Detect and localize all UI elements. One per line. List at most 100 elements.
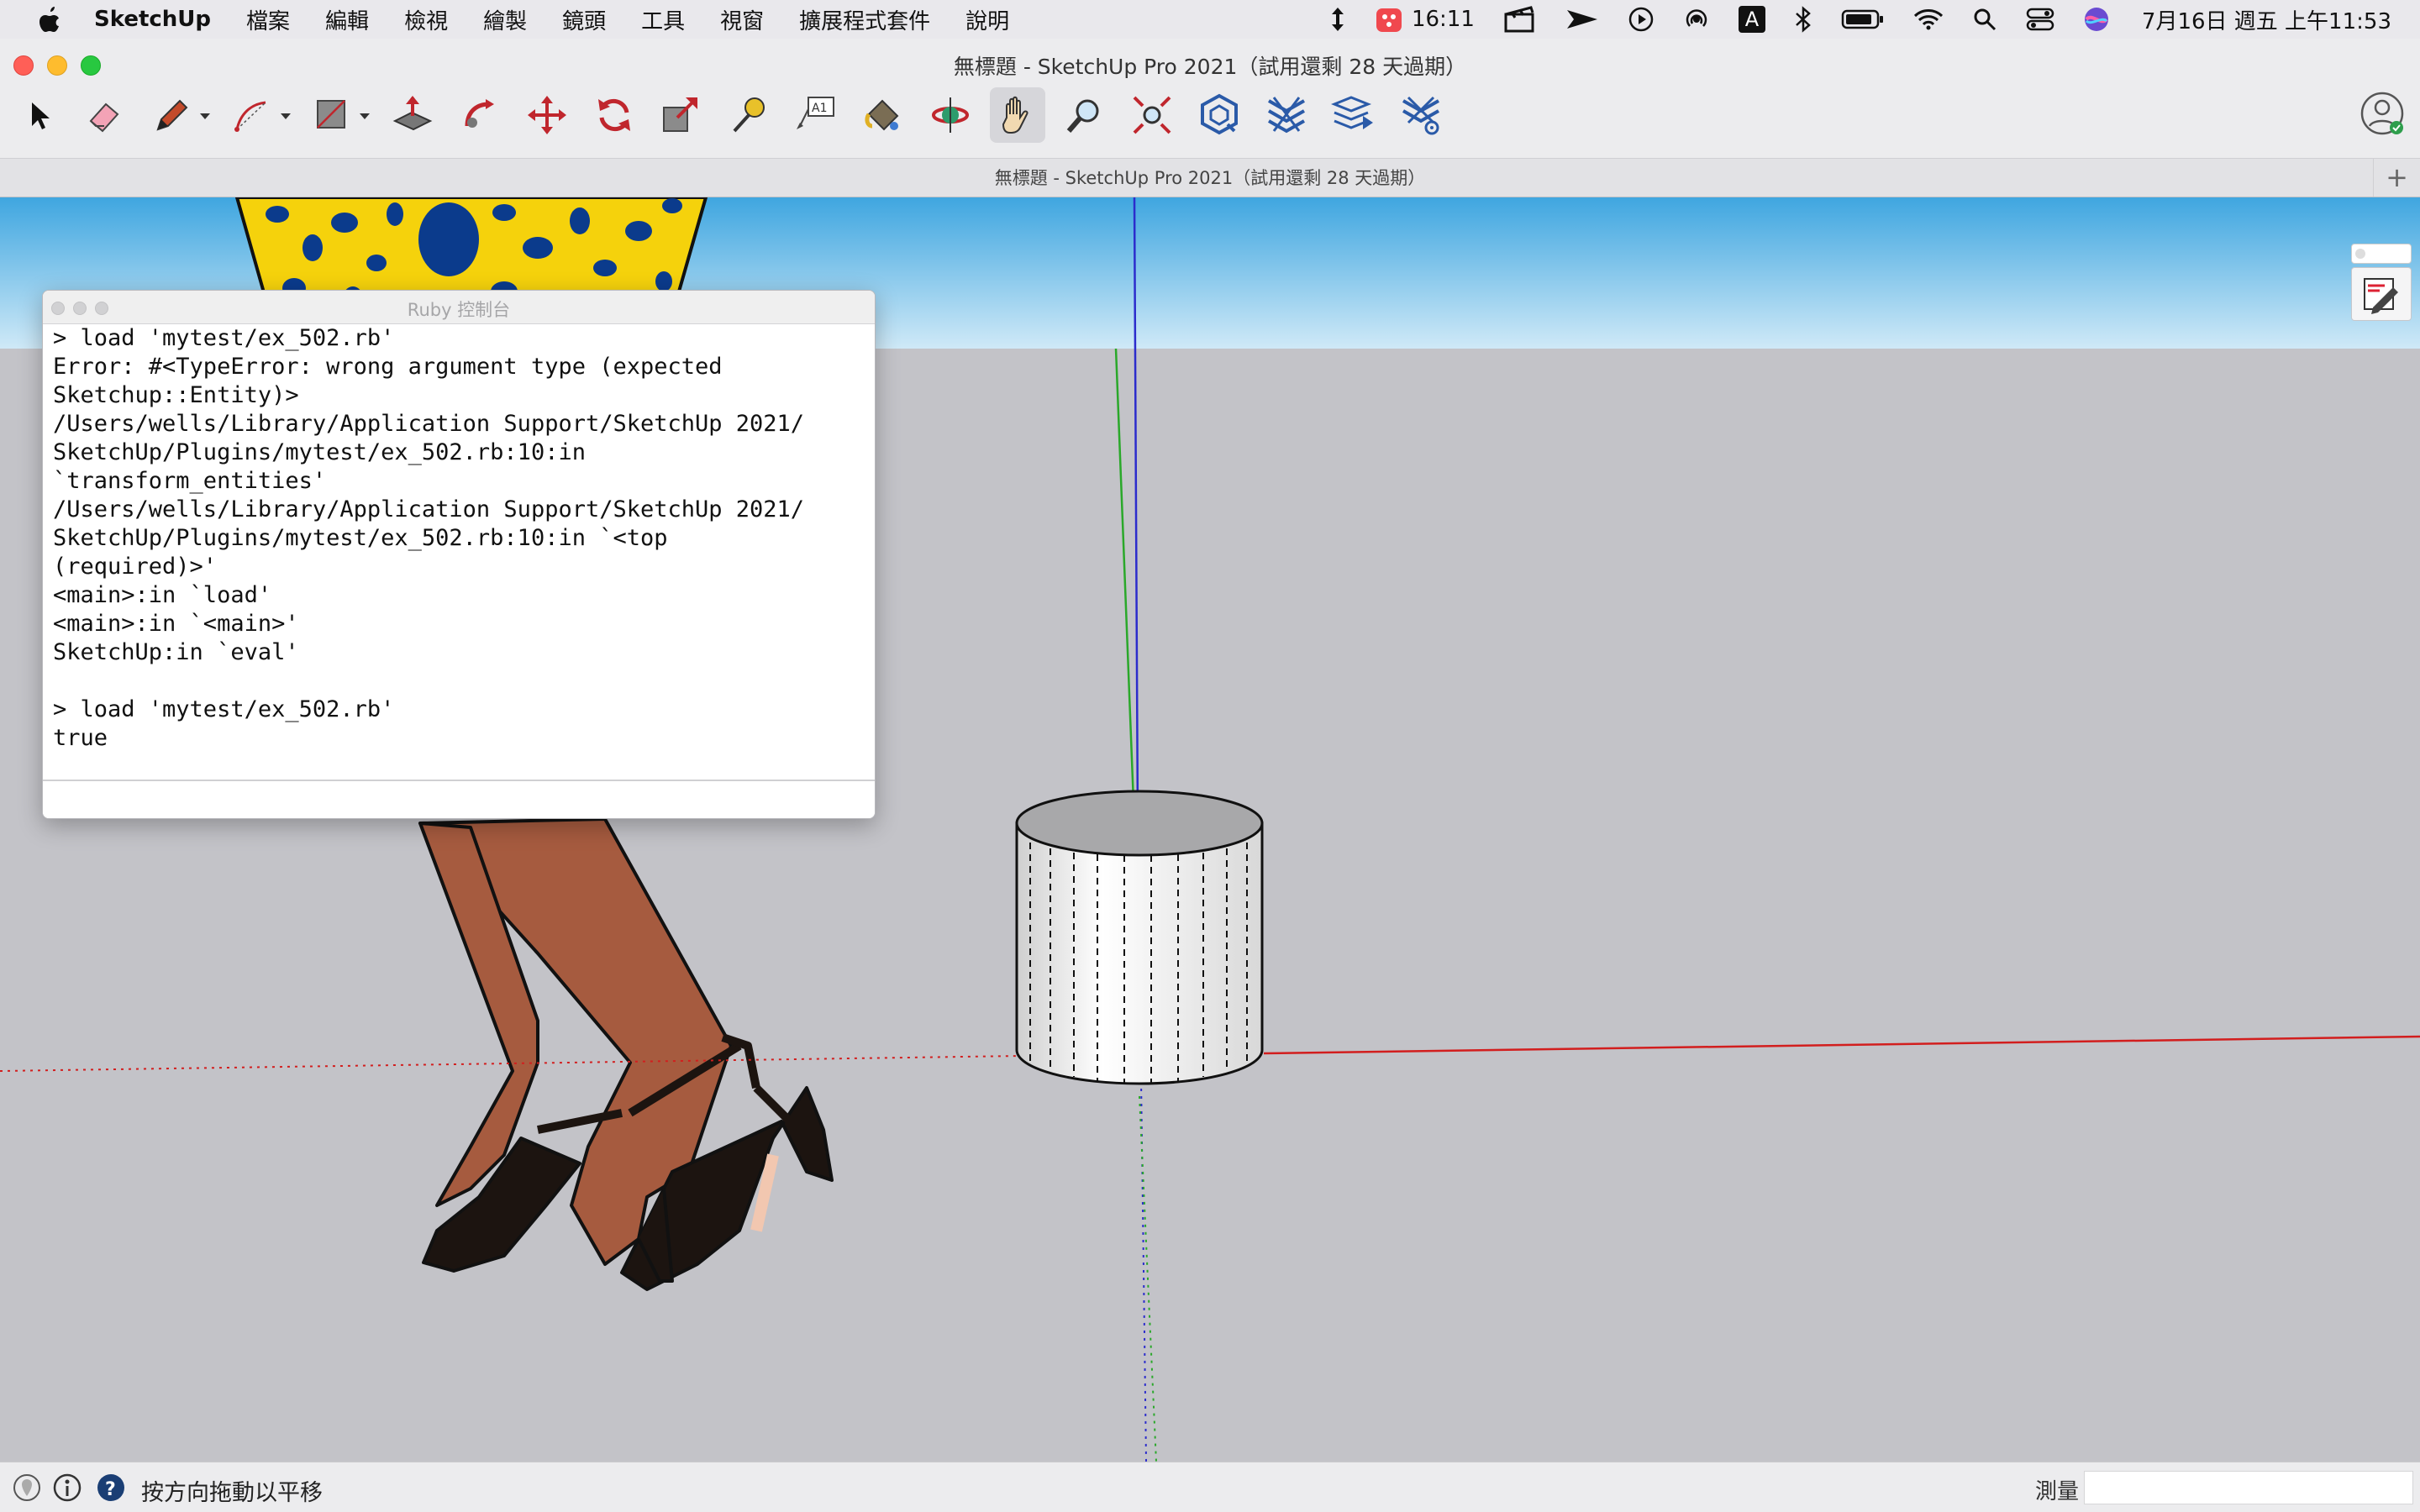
scale-icon bbox=[663, 97, 697, 132]
menu-draw[interactable]: 繪製 bbox=[483, 4, 527, 35]
svg-text:?: ? bbox=[105, 1479, 116, 1500]
eraser-icon bbox=[89, 102, 119, 133]
ruby-console-line: SketchUp/Plugins/mytest/ex_502.rb:10:in bbox=[53, 439, 586, 465]
rotate-tool-button[interactable] bbox=[587, 87, 642, 143]
zoom-tool-button[interactable] bbox=[1057, 87, 1113, 143]
ruby-console-line: (required)>' bbox=[53, 554, 218, 580]
siri-icon[interactable] bbox=[2083, 6, 2110, 33]
ruby-console-window[interactable]: Ruby 控制台 > load 'mytest/ex_502.rb' Error:… bbox=[42, 290, 876, 819]
instructor-help-icon[interactable]: ? bbox=[96, 1473, 126, 1503]
ruby-console-line: true bbox=[53, 725, 108, 751]
clapper-icon[interactable] bbox=[1503, 6, 1537, 33]
layout-tool-button[interactable] bbox=[1326, 87, 1381, 143]
new-tab-button[interactable]: + bbox=[2373, 158, 2420, 197]
ruby-console-input[interactable] bbox=[43, 780, 875, 818]
ruby-editor-icon bbox=[2364, 278, 2398, 314]
spotlight-search-icon[interactable] bbox=[1972, 7, 1997, 32]
eraser-tool-button[interactable] bbox=[76, 87, 131, 143]
resize-arrow-icon[interactable] bbox=[1329, 6, 1346, 33]
ruby-console-line bbox=[53, 667, 868, 696]
pencil-tool-button[interactable] bbox=[145, 87, 200, 143]
push-pull-icon bbox=[392, 96, 433, 131]
app-menu-sketchup[interactable]: SketchUp bbox=[94, 7, 211, 32]
warehouse-cube-icon bbox=[1201, 93, 1238, 135]
scale-tool-button[interactable] bbox=[654, 87, 709, 143]
ruby-console-line: > load 'mytest/ex_502.rb' bbox=[53, 696, 395, 722]
apple-icon[interactable] bbox=[35, 4, 66, 34]
account-profile-icon[interactable] bbox=[2360, 91, 2405, 136]
wifi-icon[interactable] bbox=[1913, 8, 1944, 31]
menu-camera[interactable]: 鏡頭 bbox=[562, 4, 606, 35]
orbit-icon bbox=[932, 97, 969, 133]
zoom-extents-tool-button[interactable] bbox=[1124, 87, 1180, 143]
pan-tool-button[interactable] bbox=[990, 87, 1045, 143]
move-tool-button[interactable] bbox=[519, 87, 575, 143]
rotate-icon bbox=[598, 98, 630, 132]
menu-tools[interactable]: 工具 bbox=[641, 4, 685, 35]
tape-measure-tool-button[interactable] bbox=[721, 87, 776, 143]
rectangle-dropdown-caret-icon[interactable] bbox=[358, 109, 371, 123]
tray-collapse-handle[interactable] bbox=[2351, 244, 2412, 264]
ruby-console-line: /Users/wells/Library/Application Support… bbox=[53, 411, 805, 437]
svg-text:A1: A1 bbox=[812, 102, 827, 115]
text-label-icon: A1 bbox=[797, 97, 834, 129]
select-tool-button[interactable] bbox=[10, 87, 66, 143]
menu-file[interactable]: 檔案 bbox=[246, 4, 290, 35]
layers-send-icon bbox=[1331, 96, 1373, 129]
credits-info-icon[interactable] bbox=[52, 1473, 82, 1503]
follow-me-tool-button[interactable] bbox=[452, 87, 508, 143]
timer-status-item[interactable]: 16:11 bbox=[1375, 5, 1475, 34]
move-arrows-icon bbox=[528, 96, 566, 134]
extension-warehouse-tool-button[interactable] bbox=[1259, 87, 1314, 143]
ruby-editor-button[interactable] bbox=[2351, 267, 2412, 321]
extension-warehouse-icon bbox=[1268, 97, 1305, 134]
control-center-icon[interactable] bbox=[2026, 7, 2054, 32]
battery-icon[interactable] bbox=[1841, 8, 1885, 30]
extension-manager-tool-button[interactable] bbox=[1393, 87, 1449, 143]
rectangle-icon bbox=[317, 100, 345, 129]
pencil-dropdown-caret-icon[interactable] bbox=[198, 109, 212, 123]
send-icon[interactable] bbox=[1565, 7, 1599, 32]
orbit-tool-button[interactable] bbox=[923, 87, 978, 143]
airdrop-icon[interactable] bbox=[1683, 6, 1710, 33]
menu-extensions[interactable]: 擴展程式套件 bbox=[799, 4, 930, 35]
arc-icon bbox=[234, 101, 266, 132]
pan-hand-icon bbox=[1002, 96, 1028, 134]
geo-location-icon[interactable] bbox=[12, 1473, 42, 1503]
arc-dropdown-caret-icon[interactable] bbox=[279, 109, 292, 123]
ruby-console-line: Error: #<TypeError: wrong argument type … bbox=[53, 354, 723, 380]
menu-edit[interactable]: 編輯 bbox=[325, 4, 369, 35]
ruby-console-title: Ruby 控制台 bbox=[407, 300, 511, 320]
push-pull-tool-button[interactable] bbox=[385, 87, 440, 143]
menubar-clock[interactable]: 7月16日 週五 上午11:53 bbox=[2142, 4, 2391, 35]
tray-dot bbox=[2355, 249, 2365, 259]
menu-window[interactable]: 視窗 bbox=[720, 4, 764, 35]
window-title: 無標題 - SketchUp Pro 2021（試用還剩 28 天過期） bbox=[953, 55, 1467, 79]
ruby-console-titlebar[interactable]: Ruby 控制台 bbox=[43, 291, 875, 324]
rectangle-tool-button[interactable] bbox=[304, 87, 360, 143]
status-menu-area: 16:11 A 7月16日 週五 上午11:53 bbox=[1301, 0, 2420, 39]
ruby-console-line: <main>:in `load' bbox=[53, 582, 272, 608]
document-tab[interactable]: 無標題 - SketchUp Pro 2021（試用還剩 28 天過期） bbox=[0, 165, 2420, 190]
ruby-console-line: SketchUp/Plugins/mytest/ex_502.rb:10:in … bbox=[53, 525, 668, 551]
cursor-arrow-icon bbox=[32, 102, 50, 129]
paint-bucket-tool-button[interactable] bbox=[855, 87, 911, 143]
menu-help[interactable]: 說明 bbox=[965, 4, 1009, 35]
pencil-icon bbox=[156, 99, 188, 131]
measurements-label: 測量 bbox=[2035, 1479, 2080, 1504]
arc-tool-button[interactable] bbox=[225, 87, 281, 143]
play-circle-icon[interactable] bbox=[1628, 6, 1655, 33]
ruby-console-output[interactable]: > load 'mytest/ex_502.rb' Error: #<TypeEr… bbox=[53, 324, 868, 769]
measurements-input[interactable] bbox=[2084, 1471, 2413, 1504]
3d-warehouse-tool-button[interactable] bbox=[1192, 87, 1247, 143]
ruby-console-line: /Users/wells/Library/Application Support… bbox=[53, 496, 805, 522]
menu-bar: SketchUp 檔案 編輯 檢視 繪製 鏡頭 工具 視窗 擴展程式套件 說明 … bbox=[0, 0, 2420, 39]
input-method-icon[interactable]: A bbox=[1738, 6, 1765, 33]
cylinder-model[interactable] bbox=[1015, 790, 1264, 1085]
ruby-console-line: <main>:in `<main>' bbox=[53, 611, 299, 637]
paint-bucket-icon bbox=[865, 99, 899, 131]
menu-view[interactable]: 檢視 bbox=[404, 4, 448, 35]
follow-me-icon bbox=[465, 99, 494, 128]
text-tool-button[interactable]: A1 bbox=[788, 87, 844, 143]
bluetooth-icon[interactable] bbox=[1794, 6, 1812, 33]
